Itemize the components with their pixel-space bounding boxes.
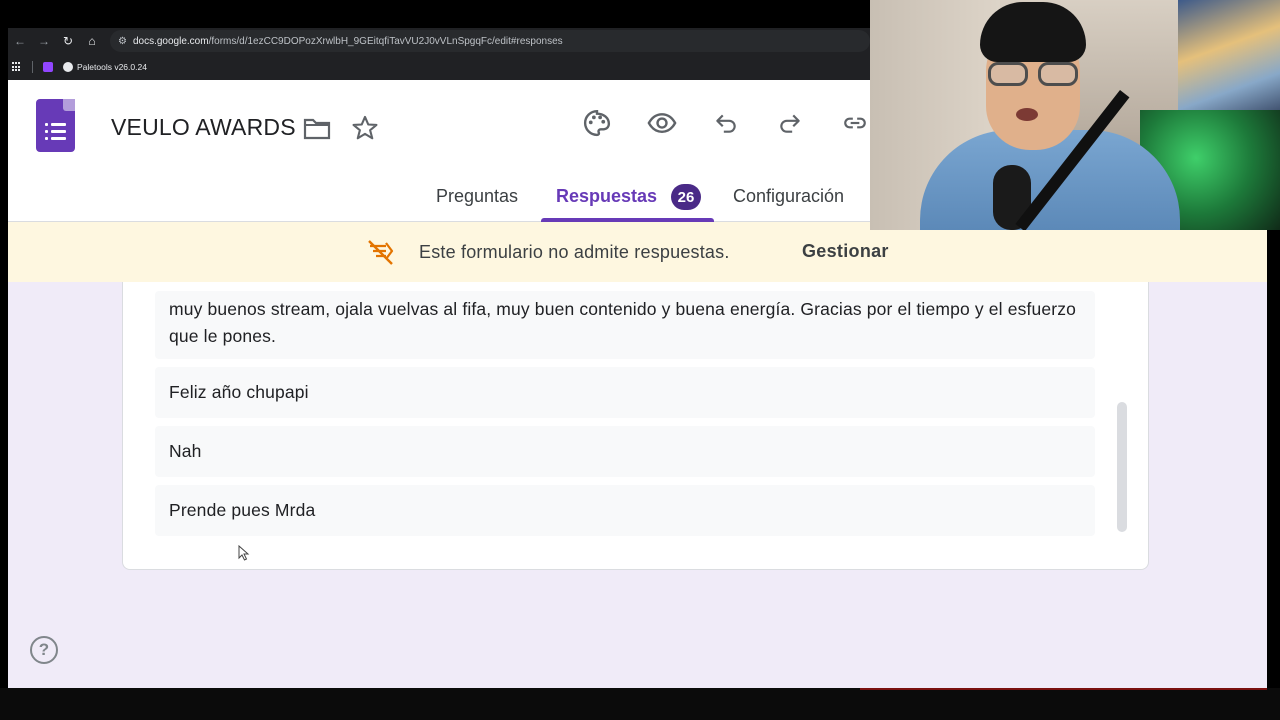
webcam-overlay xyxy=(870,0,1280,230)
screen: ← → ↻ ⌂ ⚙ docs.google.com/forms/d/1ezCC9… xyxy=(0,0,1280,720)
tab-configuracion[interactable]: Configuración xyxy=(733,186,844,207)
url-host: docs.google.com xyxy=(132,35,209,47)
reload-icon[interactable]: ↻ xyxy=(56,28,80,54)
response-item: Prende pues Mrda xyxy=(155,485,1095,536)
webcam-person-hair xyxy=(980,2,1086,62)
star-icon[interactable] xyxy=(351,114,379,142)
response-item: Feliz año chupapi xyxy=(155,367,1095,418)
notice-banner: Este formulario no admite respuestas. Ge… xyxy=(8,222,1267,282)
link-icon[interactable] xyxy=(840,110,870,136)
webcam-mouth xyxy=(1016,108,1038,121)
webcam-glasses xyxy=(984,62,1082,88)
manage-button[interactable]: Gestionar xyxy=(802,241,889,262)
response-item: Nah xyxy=(155,426,1095,477)
mouse-cursor-icon xyxy=(238,545,250,561)
responses-scrollbar[interactable] xyxy=(1117,402,1127,532)
tab-preguntas[interactable]: Preguntas xyxy=(436,186,518,207)
apps-grid-icon[interactable] xyxy=(12,62,22,72)
back-icon[interactable]: ← xyxy=(8,28,32,54)
response-item: muy buenos stream, ojala vuelvas al fifa… xyxy=(155,291,1095,359)
browser-toolbar: ← → ↻ ⌂ ⚙ docs.google.com/forms/d/1ezCC9… xyxy=(8,28,870,80)
address-row: ← → ↻ ⌂ ⚙ docs.google.com/forms/d/1ezCC9… xyxy=(8,28,870,54)
bookmark-paletools[interactable]: Paletools v26.0.24 xyxy=(63,62,147,72)
bookmarks-bar: Paletools v26.0.24 xyxy=(8,54,870,80)
bookmark-label: Paletools v26.0.24 xyxy=(77,62,147,72)
twitch-bookmark-icon[interactable] xyxy=(43,62,53,72)
bottom-strip xyxy=(0,688,1280,720)
forms-logo-icon[interactable] xyxy=(36,99,75,152)
folder-icon[interactable] xyxy=(303,116,331,140)
url-path: /forms/d/1ezCC9DOPozXrwlbH_9GEitqfiTavVU… xyxy=(208,35,563,47)
webcam-poster xyxy=(1178,0,1280,120)
help-icon[interactable]: ? xyxy=(30,636,58,664)
responses-off-icon xyxy=(368,240,394,265)
site-info-icon[interactable]: ⚙ xyxy=(118,36,127,47)
redo-icon[interactable] xyxy=(776,110,804,136)
undo-icon[interactable] xyxy=(712,110,740,136)
form-title[interactable]: VEULO AWARDS xyxy=(111,114,296,141)
tab-respuestas[interactable]: Respuestas xyxy=(556,186,657,207)
notice-text: Este formulario no admite respuestas. xyxy=(419,242,730,262)
eye-icon[interactable] xyxy=(646,108,678,138)
responses-card: muy buenos stream, ojala vuelvas al fifa… xyxy=(122,282,1149,570)
response-count-badge: 26 xyxy=(671,184,701,210)
globe-icon xyxy=(63,62,73,72)
bookmark-separator xyxy=(32,61,33,73)
progress-line xyxy=(860,688,1267,690)
url-bar[interactable]: ⚙ docs.google.com/forms/d/1ezCC9DOPozXrw… xyxy=(110,30,870,52)
home-icon[interactable]: ⌂ xyxy=(80,28,104,54)
palette-icon[interactable] xyxy=(582,108,612,138)
forward-icon[interactable]: → xyxy=(32,28,56,54)
